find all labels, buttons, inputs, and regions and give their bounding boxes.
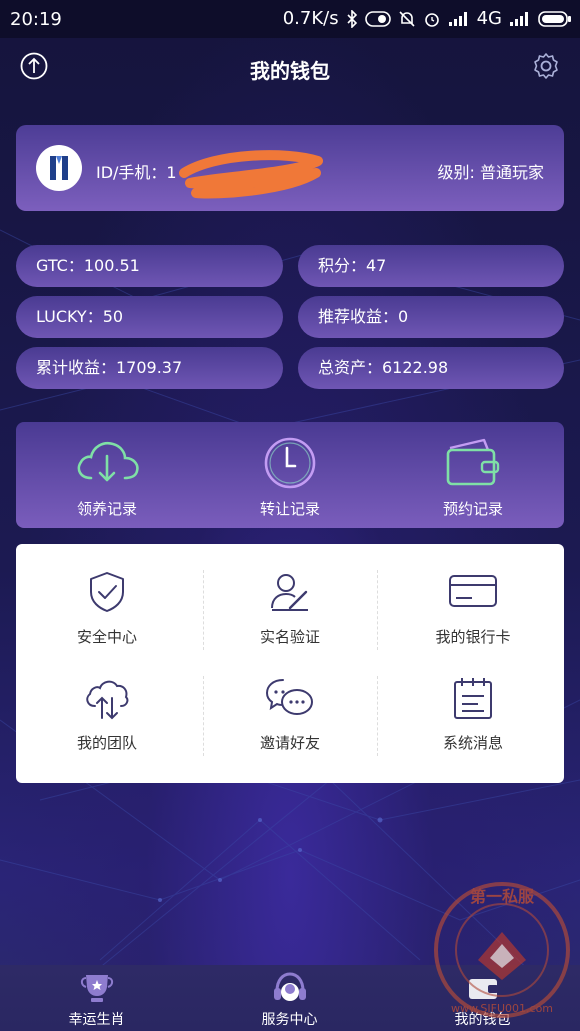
- stat-points: 积分：47: [298, 245, 564, 287]
- toggle-icon: [364, 10, 391, 27]
- wallet-icon: [446, 438, 500, 486]
- bank-card-button[interactable]: 我的银行卡: [382, 544, 564, 650]
- chat-bubbles-icon: [265, 679, 313, 715]
- bank-card-icon: [449, 575, 497, 607]
- app-logo: [36, 145, 82, 191]
- menu-panel: 安全中心 实名验证 我的银行卡 我的团队 邀请好友 系统消息: [16, 544, 564, 783]
- status-bar: 20:19 0.7K/s 4G: [0, 0, 580, 38]
- gear-icon[interactable]: [532, 52, 560, 80]
- adoption-records-button[interactable]: 领养记录: [16, 422, 198, 528]
- alarm-icon: [424, 12, 439, 27]
- tab-lucky-zodiac-label: 幸运生肖: [68, 1012, 125, 1028]
- real-name-verify-label: 实名验证: [259, 628, 320, 646]
- network-type: 4G: [476, 8, 502, 29]
- watermark-url: www.SIFU001.com: [451, 1002, 553, 1015]
- watermark-stamp: 第一私服 www.SIFU001.com: [434, 882, 570, 1018]
- trophy-icon: [80, 975, 113, 1002]
- records-panel: 领养记录 转让记录 预约记录: [16, 422, 564, 528]
- page-title: 我的钱包: [250, 59, 330, 83]
- stat-total-income: 累计收益：1709.37: [16, 347, 283, 389]
- my-team-label: 我的团队: [76, 734, 137, 752]
- my-team-button[interactable]: 我的团队: [16, 650, 198, 756]
- signal-icon: [448, 11, 467, 26]
- stat-referral: 推荐收益：0: [298, 296, 564, 338]
- network-speed: 0.7K/s: [282, 8, 339, 29]
- transfer-records-label: 转让记录: [259, 500, 320, 518]
- system-messages-button[interactable]: 系统消息: [382, 650, 564, 756]
- notepad-icon: [454, 678, 492, 719]
- bank-card-label: 我的银行卡: [435, 628, 511, 646]
- stat-gtc: GTC：100.51: [16, 245, 283, 287]
- tab-lucky-zodiac[interactable]: 幸运生肖: [0, 965, 193, 1031]
- mute-bell-icon: [399, 10, 415, 27]
- cloud-download-icon: [77, 441, 139, 482]
- status-icons: 0.7K/s 4G: [283, 8, 572, 29]
- header-bar: 我的钱包: [0, 38, 580, 98]
- logo-mark-icon: [50, 156, 68, 180]
- reservation-records-label: 预约记录: [442, 500, 503, 518]
- watermark-text: 第一私服: [470, 887, 535, 906]
- system-messages-label: 系统消息: [442, 734, 503, 752]
- account-id-label: ID/手机：1: [96, 163, 177, 182]
- signal-icon-2: [510, 11, 528, 26]
- security-center-label: 安全中心: [76, 628, 137, 646]
- stat-lucky: LUCKY：50: [16, 296, 283, 338]
- status-time: 20:19: [10, 9, 62, 30]
- battery-icon: [538, 10, 571, 27]
- user-edit-icon: [271, 574, 308, 611]
- transfer-records-button[interactable]: 转让记录: [199, 422, 381, 528]
- account-level: 级别: 普通玩家: [437, 163, 544, 182]
- bluetooth-icon: [347, 9, 357, 28]
- reservation-records-button[interactable]: 预约记录: [382, 422, 564, 528]
- security-center-button[interactable]: 安全中心: [16, 544, 198, 650]
- clock-icon: [264, 437, 316, 489]
- invite-friends-label: 邀请好友: [259, 734, 320, 752]
- tab-service-center[interactable]: 服务中心: [193, 965, 386, 1031]
- stat-total-assets: 总资产：6122.98: [298, 347, 564, 389]
- adoption-records-label: 领养记录: [76, 500, 137, 518]
- cloud-sync-icon: [86, 680, 129, 720]
- invite-friends-button[interactable]: 邀请好友: [199, 650, 381, 756]
- headset-icon: [273, 972, 306, 1001]
- redacted-id-scribble: [179, 150, 323, 199]
- tab-service-center-label: 服务中心: [261, 1012, 318, 1028]
- real-name-verify-button[interactable]: 实名验证: [199, 544, 381, 650]
- shield-check-icon: [90, 572, 124, 612]
- account-card: ID/手机：1 级别: 普通玩家: [16, 125, 564, 211]
